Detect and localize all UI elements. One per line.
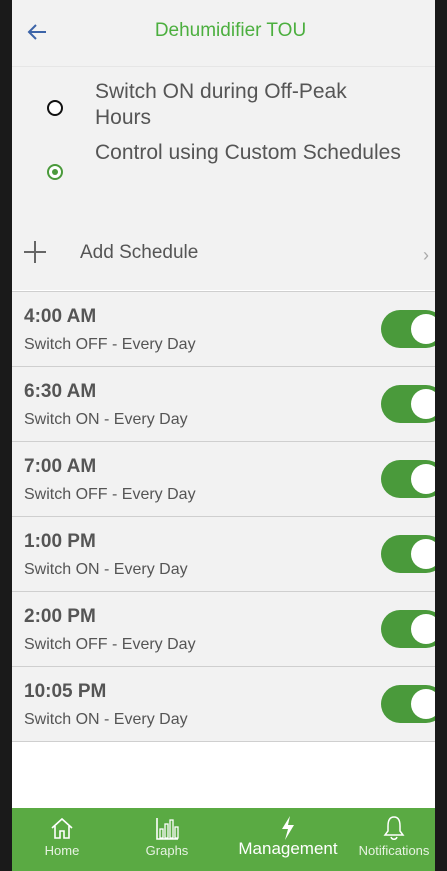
nav-graphs[interactable]: Graphs: [122, 808, 212, 871]
nav-management-label: Management: [238, 839, 338, 858]
schedule-description: Switch OFF - Every Day: [24, 336, 196, 353]
toggle-knob: [411, 539, 435, 569]
option-off-peak[interactable]: Switch ON during Off-Peak Hours: [12, 75, 435, 135]
radio-off-peak[interactable]: [47, 100, 63, 116]
chevron-right-icon: ›: [423, 245, 429, 265]
schedule-time: 7:00 AM: [24, 456, 97, 477]
lightning-icon: [282, 816, 294, 840]
toggle-knob: [411, 689, 435, 719]
nav-home[interactable]: Home: [20, 808, 104, 871]
schedule-description: Switch ON - Every Day: [24, 711, 188, 728]
schedule-row[interactable]: 2:00 PM Switch OFF - Every Day: [12, 591, 435, 666]
schedule-time: 6:30 AM: [24, 381, 97, 402]
nav-graphs-label: Graphs: [145, 843, 189, 858]
schedule-description: Switch ON - Every Day: [24, 561, 188, 578]
schedule-row[interactable]: 4:00 AM Switch OFF - Every Day: [12, 291, 435, 366]
schedule-toggle[interactable]: [381, 610, 435, 648]
toggle-knob: [411, 614, 435, 644]
schedule-toggle[interactable]: [381, 535, 435, 573]
schedule-time: 4:00 AM: [24, 306, 97, 327]
option-custom-schedules-label: Control using Custom Schedules: [95, 141, 401, 164]
toggle-knob: [411, 314, 435, 344]
schedule-row[interactable]: 1:00 PM Switch ON - Every Day: [12, 516, 435, 591]
home-icon: [51, 817, 73, 839]
option-off-peak-label: Switch ON during Off-Peak Hours: [95, 80, 347, 129]
radio-custom-schedules[interactable]: [47, 164, 63, 180]
toggle-knob: [411, 389, 435, 419]
schedule-row[interactable]: 7:00 AM Switch OFF - Every Day: [12, 441, 435, 516]
schedule-description: Switch ON - Every Day: [24, 411, 188, 428]
app-screen: Dehumidifier TOU Switch ON during Off-Pe…: [12, 0, 435, 871]
nav-management[interactable]: Management: [230, 808, 346, 871]
plus-icon: [24, 241, 46, 263]
schedule-list: 4:00 AM Switch OFF - Every Day 6:30 AM S…: [12, 291, 435, 742]
schedule-time: 1:00 PM: [24, 531, 96, 552]
schedule-toggle[interactable]: [381, 685, 435, 723]
bar-chart-icon: [156, 818, 179, 840]
toggle-knob: [411, 464, 435, 494]
schedule-toggle[interactable]: [381, 460, 435, 498]
bottom-navigation: Home Graphs Management Notifications: [12, 808, 435, 871]
schedule-description: Switch OFF - Every Day: [24, 486, 196, 503]
option-custom-schedules[interactable]: Control using Custom Schedules: [12, 139, 435, 199]
schedule-description: Switch OFF - Every Day: [24, 636, 196, 653]
mode-options: Switch ON during Off-Peak Hours Control …: [12, 67, 435, 290]
bell-icon: [383, 816, 405, 840]
schedule-toggle[interactable]: [381, 385, 435, 423]
schedule-time: 10:05 PM: [24, 681, 107, 702]
schedule-row[interactable]: 10:05 PM Switch ON - Every Day: [12, 666, 435, 742]
nav-home-label: Home: [44, 843, 80, 858]
schedule-time: 2:00 PM: [24, 606, 96, 627]
app-header: Dehumidifier TOU: [12, 0, 435, 67]
add-schedule-row[interactable]: Add Schedule ›: [12, 225, 435, 291]
add-schedule-label: Add Schedule: [80, 242, 199, 263]
page-title: Dehumidifier TOU: [154, 20, 307, 41]
schedule-row[interactable]: 6:30 AM Switch ON - Every Day: [12, 366, 435, 441]
nav-notifications[interactable]: Notifications: [352, 808, 435, 871]
nav-notifications-label: Notifications: [358, 843, 430, 858]
schedule-toggle[interactable]: [381, 310, 435, 348]
